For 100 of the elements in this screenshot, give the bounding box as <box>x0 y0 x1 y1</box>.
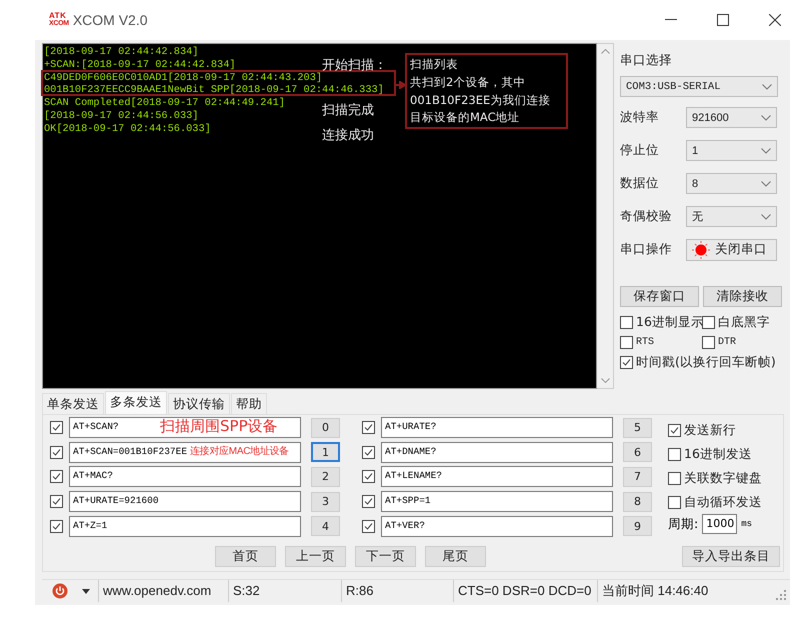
close-port-button[interactable]: 关闭串口 <box>686 238 777 260</box>
checkbox[interactable] <box>50 470 63 484</box>
checkbox[interactable] <box>362 470 375 484</box>
option-checkbox[interactable]: 自动循环发送 <box>668 494 762 511</box>
page-button[interactable]: 下一页 <box>355 546 416 567</box>
resize-grip-icon[interactable] <box>776 590 786 600</box>
send-button[interactable]: 0 <box>311 418 340 438</box>
website-link[interactable]: www.openedv.com <box>98 580 228 602</box>
tab[interactable]: 协议传输 <box>168 393 230 414</box>
chevron-down-icon <box>761 114 771 120</box>
terminal-line: C49DED0F606E0C010AD1[2018-09-17 02:44:43.203] <box>44 72 322 84</box>
checkbox[interactable] <box>702 316 715 329</box>
annotation-text: 扫描周围SPP设备 <box>160 417 278 436</box>
send-button[interactable]: 7 <box>623 466 652 487</box>
command-field[interactable]: AT+LENAME? <box>381 466 613 488</box>
option-checkbox[interactable]: DTR <box>702 336 784 349</box>
setting-dropdown[interactable]: 8 <box>686 173 777 194</box>
checkbox[interactable] <box>620 356 633 369</box>
clear-button[interactable]: 清除接收 <box>703 286 782 307</box>
chevron-down-icon <box>761 214 771 220</box>
checkbox[interactable] <box>50 421 63 434</box>
sent-count: S:32 <box>228 580 341 602</box>
checkbox[interactable] <box>620 316 633 329</box>
terminal-line: +SCAN:[2018-09-17 02:44:42.834] <box>44 58 236 72</box>
maximize-icon[interactable] <box>717 14 729 26</box>
setting-label: 波特率 <box>620 109 660 126</box>
option-checkbox[interactable]: RTS <box>620 336 702 349</box>
send-button[interactable]: 5 <box>623 418 652 438</box>
checkbox[interactable] <box>50 495 63 508</box>
option-checkbox[interactable]: 白底黑字 <box>702 314 784 331</box>
window-title: XCOM V2.0 <box>72 12 148 28</box>
terminal-line: SCAN Completed[2018-09-17 02:44:49.241] <box>44 97 285 110</box>
command-field[interactable]: AT+URATE? <box>381 417 613 438</box>
checkbox[interactable] <box>668 448 681 461</box>
send-button[interactable]: 6 <box>623 442 652 462</box>
checkbox[interactable] <box>668 472 681 485</box>
checkbox[interactable] <box>50 520 63 533</box>
minimize-icon[interactable] <box>665 19 677 21</box>
checkbox[interactable] <box>362 520 375 533</box>
chevron-down-icon <box>762 84 772 90</box>
save-window-button[interactable]: 保存窗口 <box>620 286 699 307</box>
terminal-line: [2018-09-17 02:44:56.033] <box>44 110 198 123</box>
option-checkbox[interactable]: 发送新行 <box>668 422 762 439</box>
checkbox[interactable] <box>362 495 375 508</box>
setting-dropdown[interactable]: 无 <box>686 206 777 227</box>
page-button[interactable]: 首页 <box>215 546 276 567</box>
tab[interactable]: 多条发送 <box>105 391 167 414</box>
port-label: 串口选择 <box>620 52 673 69</box>
send-button[interactable]: 4 <box>311 516 340 536</box>
caret-icon[interactable] <box>82 588 90 594</box>
command-field[interactable]: AT+DNAME? <box>381 442 613 463</box>
annotation-text: 扫描完成 <box>322 102 374 119</box>
terminal-line: 001B10F237EECC9BAAE1NewBit SPP[2018-09-17 02:44:46.333] <box>44 84 384 98</box>
checkbox[interactable] <box>620 336 633 349</box>
option-checkbox[interactable]: 时间戳(以换行回车断帧) <box>620 354 784 371</box>
command-field[interactable]: AT+URATE=921600 <box>69 491 301 512</box>
annotation-text: 开始扫描： <box>322 57 387 74</box>
send-button[interactable]: 1 <box>311 442 340 462</box>
chevron-down-icon <box>761 180 771 186</box>
checkbox[interactable] <box>668 496 681 509</box>
import-export-button[interactable]: 导入导出条目 <box>682 546 780 567</box>
tab[interactable]: 帮助 <box>231 393 267 414</box>
signal-status: CTS=0 DSR=0 DCD=0 <box>453 580 597 602</box>
command-field[interactable]: AT+SPP=1 <box>381 491 613 512</box>
checkbox[interactable] <box>362 421 375 434</box>
received-count: R:86 <box>341 580 453 602</box>
send-button[interactable]: 8 <box>623 492 652 512</box>
power-icon[interactable] <box>52 583 68 599</box>
setting-label: 奇偶校验 <box>620 208 673 225</box>
callout-text: 目标设备的MAC地址 <box>410 109 521 126</box>
annotation-text: 连接成功 <box>322 127 374 144</box>
option-checkbox[interactable]: 关联数字键盘 <box>668 470 762 487</box>
unit-label: ms <box>741 519 752 529</box>
command-field[interactable]: AT+Z=1 <box>69 516 301 537</box>
callout-text: 扫描列表 <box>410 56 459 73</box>
checkbox[interactable] <box>362 446 375 459</box>
checkbox[interactable] <box>702 336 715 349</box>
period-label: 周期: <box>668 516 698 532</box>
command-field[interactable]: AT+VER? <box>381 516 613 537</box>
send-button[interactable]: 9 <box>623 516 652 536</box>
command-field[interactable]: AT+MAC? <box>69 466 301 488</box>
setting-dropdown[interactable]: 921600 <box>686 107 777 128</box>
tab[interactable]: 单条发送 <box>42 393 104 414</box>
period-field[interactable]: 1000 <box>702 514 738 534</box>
send-button[interactable]: 2 <box>311 466 340 487</box>
checkbox[interactable] <box>668 424 681 437</box>
option-checkbox[interactable]: 16进制发送 <box>668 446 762 463</box>
annotation-text: 连接对应MAC地址设备 <box>190 444 289 458</box>
setting-label: 串口操作 <box>620 241 673 258</box>
page-button[interactable]: 上一页 <box>285 546 346 567</box>
terminal-line: OK[2018-09-17 02:44:56.033] <box>44 122 211 136</box>
setting-dropdown[interactable]: 1 <box>686 140 777 161</box>
setting-label: 数据位 <box>620 175 660 192</box>
chevron-down-icon <box>761 148 771 154</box>
checkbox[interactable] <box>50 446 63 459</box>
terminal-line: [2018-09-17 02:44:42.834] <box>44 46 198 59</box>
close-icon[interactable] <box>769 14 781 26</box>
page-button[interactable]: 尾页 <box>425 546 486 567</box>
port-dropdown[interactable]: COM3:USB-SERIAL <box>620 76 778 97</box>
send-button[interactable]: 3 <box>311 492 340 512</box>
